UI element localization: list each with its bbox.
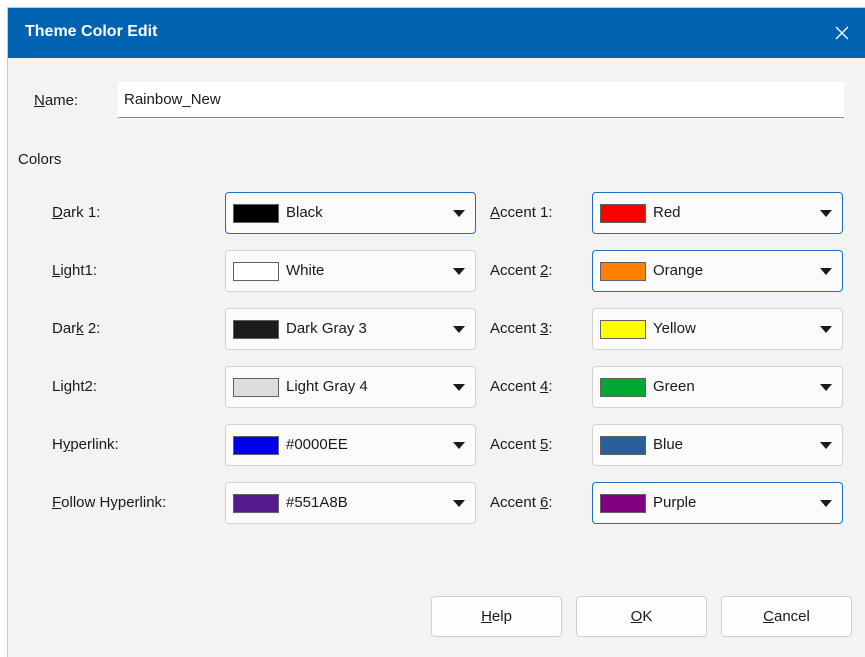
- dropdown-value: Black: [286, 204, 323, 221]
- light2-label: Light2:: [52, 378, 98, 395]
- light1-dropdown[interactable]: White: [225, 250, 476, 292]
- dropdown-value: #0000EE: [286, 436, 348, 453]
- dropdown-value: Purple: [653, 494, 697, 511]
- accent5-label: Accent 5:: [490, 436, 553, 453]
- dropdown-arrow-icon: [820, 326, 832, 333]
- accent3-dropdown[interactable]: Yellow: [592, 308, 843, 350]
- color-swatch: [600, 436, 646, 455]
- dark2-label: Dark 2:: [52, 320, 101, 337]
- accent4-dropdown[interactable]: Green: [592, 366, 843, 408]
- dropdown-value: Blue: [653, 436, 684, 453]
- color-swatch: [233, 262, 279, 281]
- close-icon: [835, 26, 849, 40]
- theme-color-edit-dialog: Theme Color Edit Name: Colors Dark 1: Bl…: [8, 8, 865, 657]
- close-button[interactable]: [819, 8, 865, 58]
- dropdown-value: Yellow: [653, 320, 696, 337]
- light1-label: Light1:: [52, 262, 98, 279]
- accent6-dropdown[interactable]: Purple: [592, 482, 843, 524]
- follow-hyperlink-label: Follow Hyperlink:: [52, 494, 167, 511]
- hyperlink-label: Hyperlink:: [52, 436, 119, 453]
- color-swatch: [233, 320, 279, 339]
- ok-button[interactable]: OK: [576, 596, 707, 637]
- color-swatch: [233, 494, 279, 513]
- dark1-label: Dark 1:: [52, 204, 101, 221]
- accent1-dropdown[interactable]: Red: [592, 192, 843, 234]
- accent3-label: Accent 3:: [490, 320, 553, 337]
- dark1-dropdown[interactable]: Black: [225, 192, 476, 234]
- dropdown-arrow-icon: [453, 500, 465, 507]
- color-swatch: [600, 494, 646, 513]
- dropdown-arrow-icon: [453, 384, 465, 391]
- dropdown-arrow-icon: [453, 268, 465, 275]
- dropdown-value: Dark Gray 3: [286, 320, 367, 337]
- dropdown-arrow-icon: [820, 442, 832, 449]
- dropdown-value: Orange: [653, 262, 704, 279]
- dropdown-arrow-icon: [453, 326, 465, 333]
- light2-dropdown[interactable]: Light Gray 4: [225, 366, 476, 408]
- dropdown-value: Light Gray 4: [286, 378, 368, 395]
- dropdown-arrow-icon: [453, 442, 465, 449]
- name-input[interactable]: [118, 82, 844, 118]
- follow-hyperlink-dropdown[interactable]: #551A8B: [225, 482, 476, 524]
- dropdown-value: White: [286, 262, 325, 279]
- dropdown-arrow-icon: [820, 384, 832, 391]
- accent5-dropdown[interactable]: Blue: [592, 424, 843, 466]
- accent4-label: Accent 4:: [490, 378, 553, 395]
- hyperlink-dropdown[interactable]: #0000EE: [225, 424, 476, 466]
- accent1-label: Accent 1:: [490, 204, 553, 221]
- dialog-title: Theme Color Edit: [25, 23, 158, 40]
- dropdown-value: #551A8B: [286, 494, 348, 511]
- accent6-label: Accent 6:: [490, 494, 553, 511]
- color-swatch: [600, 320, 646, 339]
- dropdown-value: Green: [653, 378, 695, 395]
- dropdown-arrow-icon: [820, 210, 832, 217]
- colors-section-label: Colors: [18, 151, 62, 168]
- dropdown-arrow-icon: [820, 500, 832, 507]
- color-swatch: [600, 262, 646, 281]
- color-swatch: [233, 436, 279, 455]
- dropdown-value: Red: [653, 204, 681, 221]
- color-swatch: [233, 204, 279, 223]
- help-button[interactable]: Help: [431, 596, 562, 637]
- dark2-dropdown[interactable]: Dark Gray 3: [225, 308, 476, 350]
- accent2-label: Accent 2:: [490, 262, 553, 279]
- color-swatch: [600, 378, 646, 397]
- name-label: Name:: [34, 92, 79, 109]
- dropdown-arrow-icon: [453, 210, 465, 217]
- color-swatch: [600, 204, 646, 223]
- accent2-dropdown[interactable]: Orange: [592, 250, 843, 292]
- color-swatch: [233, 378, 279, 397]
- title-bar: Theme Color Edit: [8, 8, 865, 58]
- dropdown-arrow-icon: [820, 268, 832, 275]
- cancel-button[interactable]: Cancel: [721, 596, 852, 637]
